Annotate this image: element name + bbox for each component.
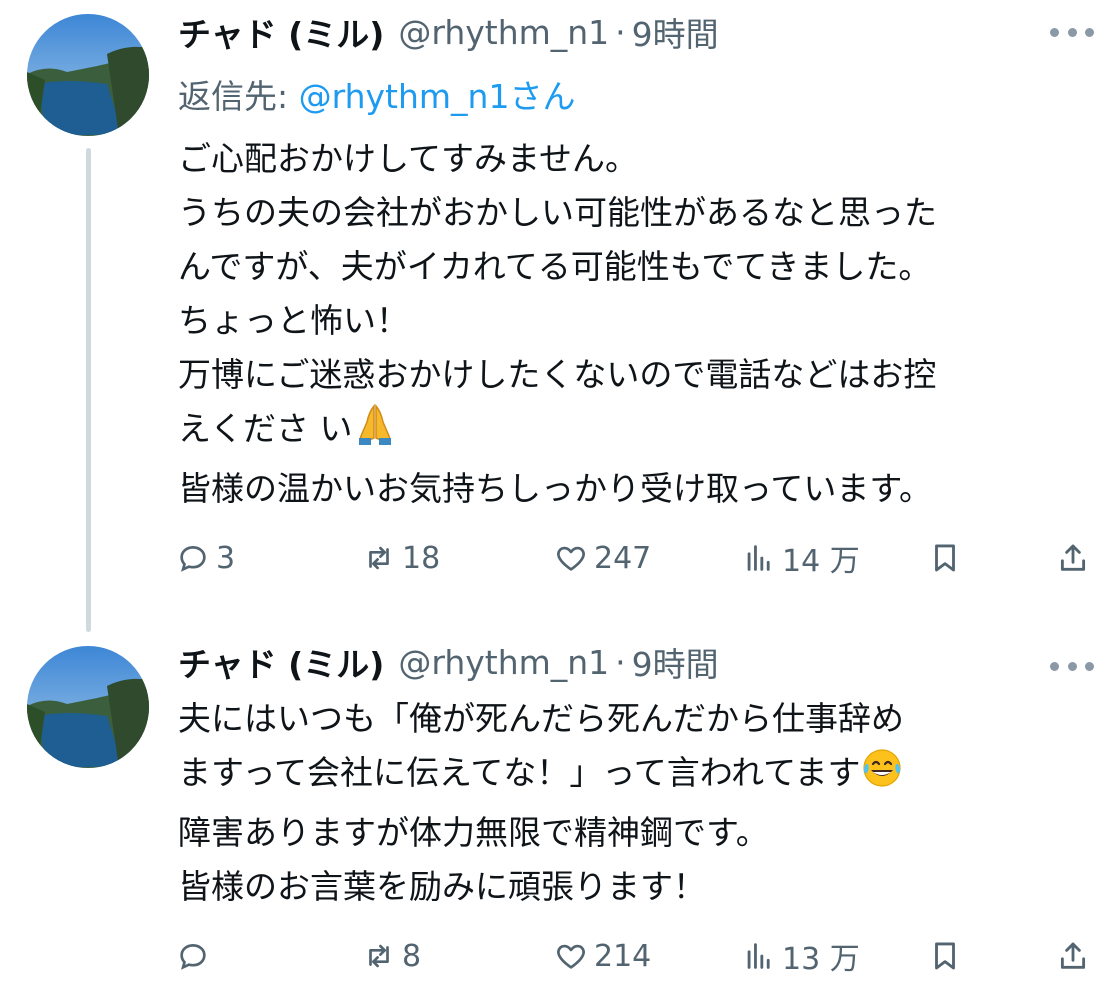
bookmark-button[interactable] bbox=[928, 536, 962, 580]
share-icon bbox=[1060, 544, 1086, 571]
bookmark-button[interactable] bbox=[928, 934, 962, 978]
share-button[interactable] bbox=[1056, 536, 1090, 580]
action-bar: 8 214 13 万 bbox=[176, 934, 1096, 978]
retweet-count: 8 bbox=[402, 938, 422, 974]
retweet-button[interactable]: 8 bbox=[362, 934, 421, 978]
text-line: 障害ありますが体力無限で精神鋼です。 bbox=[178, 813, 769, 852]
share-button[interactable] bbox=[1056, 934, 1090, 978]
dot bbox=[1067, 27, 1077, 37]
like-count: 214 bbox=[594, 938, 652, 974]
text-line: 万博にご迷惑おかけしたくないので電話などはお控 bbox=[178, 355, 937, 394]
separator-dot: · bbox=[615, 642, 626, 682]
views-icon bbox=[747, 943, 770, 969]
timestamp[interactable]: 9時間 bbox=[632, 8, 719, 56]
text-line: 皆様の温かいお気持ちしっかり受け取っています。 bbox=[178, 469, 933, 508]
reply-icon bbox=[180, 944, 206, 970]
bookmark-icon bbox=[935, 544, 955, 572]
reply-button[interactable]: 3 bbox=[176, 536, 235, 580]
text-line: んですが、夫がイカれてる可能性もでてきました。 bbox=[178, 247, 932, 286]
text-line: えくださ い bbox=[178, 409, 353, 448]
views-button[interactable]: 14 万 bbox=[742, 536, 860, 580]
dot bbox=[1050, 27, 1059, 37]
views-icon bbox=[747, 545, 770, 571]
retweet-count: 18 bbox=[402, 540, 441, 576]
folded-hands-icon bbox=[353, 402, 397, 462]
more-options-icon[interactable] bbox=[1050, 22, 1094, 42]
action-bar: 3 18 247 14 万 bbox=[176, 536, 1096, 580]
tweet-text: ご心配おかけしてすみません。 うちの夫の会社がおかしい可能性があるなと思った ん… bbox=[178, 132, 1078, 516]
text-line-with-emoji: ますって会社に伝えてな！」って言われてます bbox=[178, 746, 1078, 806]
share-icon bbox=[1060, 942, 1086, 969]
tears-of-joy-icon bbox=[860, 746, 904, 806]
tweet-text: 夫にはいつも「俺が死んだら死んだから仕事辞め ますって会社に伝えてな！」って言わ… bbox=[178, 692, 1078, 914]
separator-dot: · bbox=[615, 12, 626, 52]
text-line-with-emoji: えくださ い bbox=[178, 402, 1078, 462]
more-options-icon[interactable] bbox=[1050, 656, 1094, 676]
text-line: 皆様のお言葉を励みに頑張ります！ bbox=[178, 867, 706, 906]
views-count: 13 万 bbox=[782, 942, 860, 977]
retweet-button[interactable]: 18 bbox=[362, 536, 440, 580]
views-count: 14 万 bbox=[782, 544, 860, 579]
display-name[interactable]: チャド (ミル) bbox=[178, 638, 384, 686]
reply-to-line: 返信先: @rhythm_n1さん bbox=[178, 70, 575, 118]
text-line: 夫にはいつも「俺が死んだら死んだから仕事辞め bbox=[178, 699, 904, 738]
like-button[interactable]: 247 bbox=[554, 536, 651, 580]
tweet-header: チャド (ミル) @rhythm_n1 · 9時間 bbox=[178, 8, 719, 56]
reply-to-label: 返信先: bbox=[178, 77, 299, 116]
heart-icon bbox=[557, 546, 585, 571]
reply-to-handle[interactable]: @rhythm_n1さん bbox=[299, 77, 576, 116]
like-count: 247 bbox=[594, 540, 652, 576]
reply-button[interactable] bbox=[176, 934, 216, 978]
reply-icon bbox=[180, 546, 206, 572]
dot bbox=[1050, 661, 1059, 671]
text-line: ちょっと怖い！ bbox=[178, 301, 409, 340]
text-line: ますって会社に伝えてな！」って言われてます bbox=[178, 753, 861, 792]
reply-count: 3 bbox=[216, 540, 236, 576]
dot bbox=[1085, 661, 1094, 671]
text-line: うちの夫の会社がおかしい可能性があるなと思った bbox=[178, 193, 937, 232]
like-button[interactable]: 214 bbox=[554, 934, 651, 978]
dot bbox=[1085, 27, 1094, 37]
retweet-icon bbox=[369, 944, 389, 968]
text-line: ご心配おかけしてすみません。 bbox=[178, 139, 639, 178]
heart-icon bbox=[557, 944, 585, 969]
views-button[interactable]: 13 万 bbox=[742, 934, 860, 978]
username[interactable]: @rhythm_n1 bbox=[398, 643, 609, 682]
avatar[interactable] bbox=[27, 646, 149, 768]
dot bbox=[1067, 661, 1077, 671]
thread-line bbox=[86, 148, 91, 632]
bookmark-icon bbox=[935, 942, 955, 970]
tweet-header: チャド (ミル) @rhythm_n1 · 9時間 bbox=[178, 638, 719, 686]
avatar[interactable] bbox=[27, 14, 149, 136]
username[interactable]: @rhythm_n1 bbox=[398, 13, 609, 52]
display-name[interactable]: チャド (ミル) bbox=[178, 8, 384, 56]
timestamp[interactable]: 9時間 bbox=[632, 638, 719, 686]
retweet-icon bbox=[369, 546, 389, 570]
